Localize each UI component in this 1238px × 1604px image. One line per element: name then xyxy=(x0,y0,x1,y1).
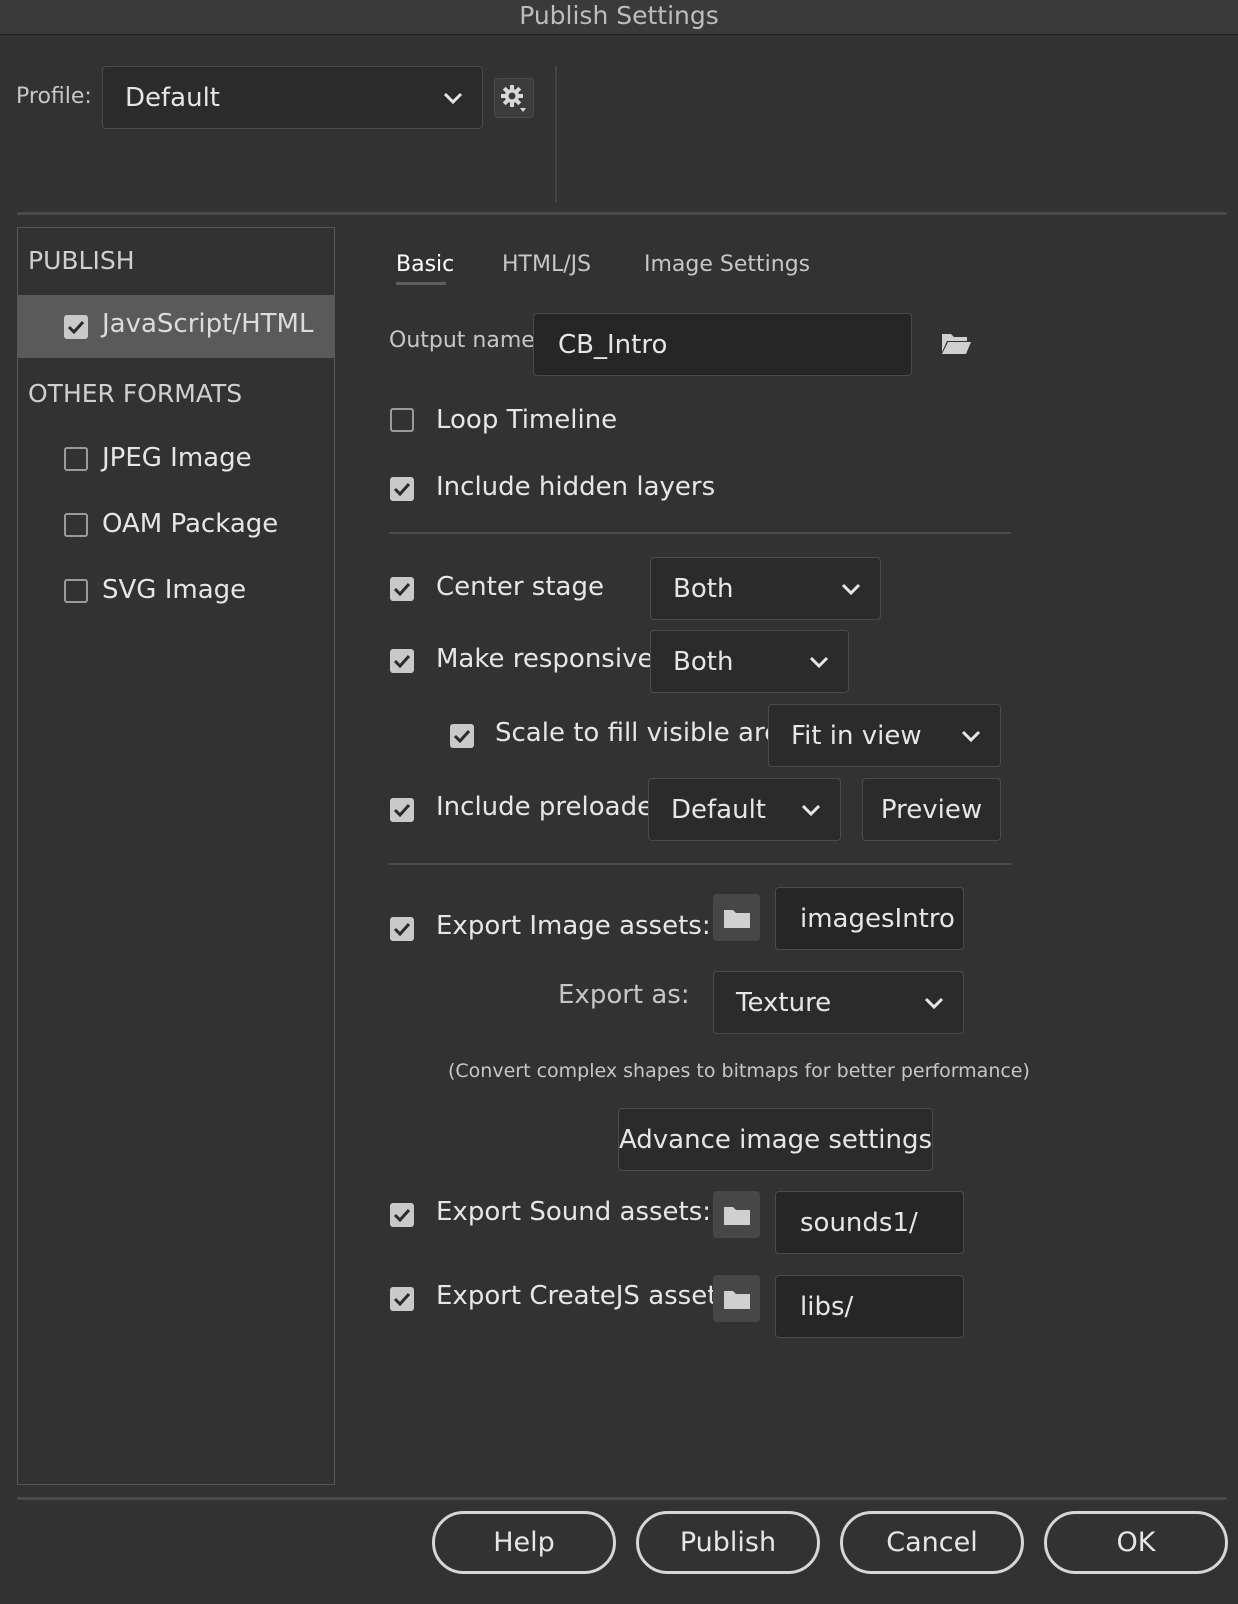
section-divider-2 xyxy=(389,863,1011,865)
export-as-label: Export as: xyxy=(558,980,690,1010)
header-separator xyxy=(17,212,1227,215)
sound-assets-path-field[interactable]: sounds1/ xyxy=(775,1191,964,1254)
createjs-assets-path-field[interactable]: libs/ xyxy=(775,1275,964,1338)
make-responsive-value: Both xyxy=(673,646,734,677)
oam-package-checkbox[interactable] xyxy=(64,513,88,537)
output-name-label: Output name: xyxy=(389,328,543,353)
profile-select-value: Default xyxy=(125,82,220,113)
checkmark-icon xyxy=(393,1208,411,1222)
checkmark-icon xyxy=(393,482,411,496)
make-responsive-select[interactable]: Both xyxy=(650,630,849,693)
checkmark-icon xyxy=(393,803,411,817)
image-assets-path-field[interactable]: imagesIntro xyxy=(775,887,964,950)
sidebar-item-svg-image[interactable]: SVG Image xyxy=(102,575,246,605)
loop-timeline-checkbox[interactable] xyxy=(390,408,414,432)
footer-separator xyxy=(17,1497,1227,1500)
javascript-html-checkbox[interactable] xyxy=(64,315,88,339)
toolbar-divider xyxy=(555,66,557,202)
folder-icon xyxy=(723,1206,750,1225)
checkmark-icon xyxy=(393,582,411,596)
export-sound-assets-checkbox[interactable] xyxy=(390,1203,414,1227)
include-preloader-label[interactable]: Include preloader xyxy=(436,792,664,822)
center-stage-select[interactable]: Both xyxy=(650,557,881,620)
scale-to-fill-value: Fit in view xyxy=(791,720,922,751)
export-createjs-assets-label[interactable]: Export CreateJS assets: xyxy=(436,1281,740,1311)
loop-timeline-label[interactable]: Loop Timeline xyxy=(436,405,617,435)
scale-to-fill-checkbox[interactable] xyxy=(450,724,474,748)
sidebar-item-javascript-html[interactable]: JavaScript/HTML xyxy=(18,295,334,358)
folder-icon xyxy=(723,1290,750,1309)
convert-note: (Convert complex shapes to bitmaps for b… xyxy=(448,1060,1030,1082)
tab-html-js[interactable]: HTML/JS xyxy=(502,252,591,277)
sidebar-item-oam-package[interactable]: OAM Package xyxy=(102,509,278,539)
sidebar-item-label: JavaScript/HTML xyxy=(102,309,314,339)
createjs-assets-folder-button[interactable] xyxy=(713,1275,760,1322)
output-name-field[interactable]: CB_Intro xyxy=(533,313,912,376)
checkmark-icon xyxy=(393,1292,411,1306)
make-responsive-checkbox[interactable] xyxy=(390,649,414,673)
cancel-button[interactable]: Cancel xyxy=(840,1511,1024,1574)
profile-label: Profile: xyxy=(16,84,92,109)
export-as-value: Texture xyxy=(736,987,832,1018)
publish-heading: PUBLISH xyxy=(28,246,135,275)
profile-select[interactable]: Default xyxy=(102,66,483,129)
center-stage-checkbox[interactable] xyxy=(390,577,414,601)
checkmark-icon xyxy=(453,729,471,743)
profile-options-button[interactable] xyxy=(494,78,534,118)
section-divider-1 xyxy=(389,532,1011,534)
center-stage-label[interactable]: Center stage xyxy=(436,572,604,602)
window-title: Publish Settings xyxy=(0,0,1238,35)
advance-image-settings-button[interactable]: Advance image settings xyxy=(618,1108,933,1171)
jpeg-image-checkbox[interactable] xyxy=(64,447,88,471)
chevron-down-icon xyxy=(841,583,861,595)
include-preloader-select[interactable]: Default xyxy=(648,778,841,841)
export-createjs-assets-checkbox[interactable] xyxy=(390,1287,414,1311)
sound-assets-folder-button[interactable] xyxy=(713,1191,760,1238)
folder-icon xyxy=(723,909,750,928)
tab-basic[interactable]: Basic xyxy=(396,252,454,277)
include-hidden-layers-checkbox[interactable] xyxy=(390,477,414,501)
open-folder-icon xyxy=(942,334,971,354)
sidebar-item-jpeg-image[interactable]: JPEG Image xyxy=(102,443,252,473)
help-button[interactable]: Help xyxy=(432,1511,616,1574)
publish-button[interactable]: Publish xyxy=(636,1511,820,1574)
format-sidebar xyxy=(17,227,335,1485)
scale-to-fill-select[interactable]: Fit in view xyxy=(768,704,1001,767)
checkmark-icon xyxy=(67,320,85,334)
tab-image-settings[interactable]: Image Settings xyxy=(644,252,810,277)
chevron-down-icon xyxy=(801,804,821,816)
checkmark-icon xyxy=(393,922,411,936)
export-as-select[interactable]: Texture xyxy=(713,971,964,1034)
include-hidden-layers-label[interactable]: Include hidden layers xyxy=(436,472,715,502)
include-preloader-value: Default xyxy=(671,794,766,825)
export-image-assets-label[interactable]: Export Image assets: xyxy=(436,911,711,941)
export-image-assets-checkbox[interactable] xyxy=(390,917,414,941)
checkmark-icon xyxy=(393,654,411,668)
svg-image-checkbox[interactable] xyxy=(64,579,88,603)
scale-to-fill-label[interactable]: Scale to fill visible area xyxy=(495,718,796,748)
other-formats-heading: OTHER FORMATS xyxy=(28,379,243,408)
output-folder-button[interactable] xyxy=(940,330,972,356)
include-preloader-checkbox[interactable] xyxy=(390,798,414,822)
chevron-down-icon xyxy=(961,730,981,742)
gear-icon xyxy=(501,85,526,112)
chevron-down-icon xyxy=(443,92,463,104)
active-tab-indicator xyxy=(396,282,446,285)
center-stage-value: Both xyxy=(673,573,734,604)
export-sound-assets-label[interactable]: Export Sound assets: xyxy=(436,1197,711,1227)
chevron-down-icon xyxy=(809,656,829,668)
preview-button[interactable]: Preview xyxy=(862,778,1001,841)
ok-button[interactable]: OK xyxy=(1044,1511,1228,1574)
chevron-down-icon xyxy=(924,997,944,1009)
image-assets-folder-button[interactable] xyxy=(713,894,760,941)
make-responsive-label[interactable]: Make responsive xyxy=(436,644,653,674)
